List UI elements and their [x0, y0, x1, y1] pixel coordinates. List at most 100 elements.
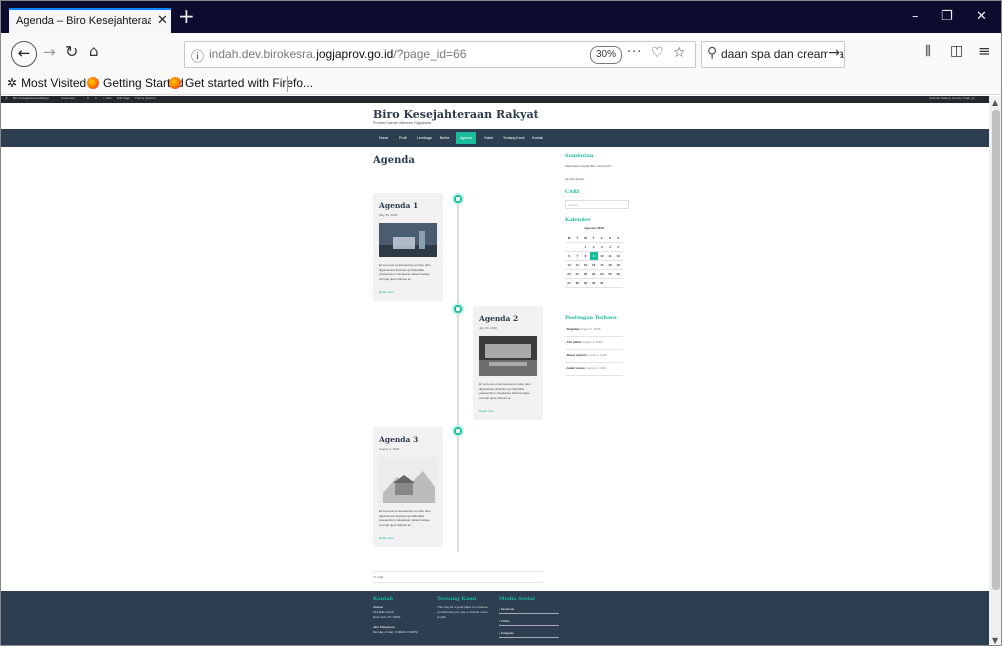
- calendar-day[interactable]: 16: [590, 261, 598, 269]
- adminbar-customize[interactable]: Customize: [61, 96, 75, 100]
- recent-post-title[interactable]: Galeri umum: [567, 366, 585, 370]
- calendar-day[interactable]: 10: [598, 252, 606, 260]
- new-tab-icon[interactable]: +: [178, 4, 195, 28]
- nav-item-berita[interactable]: Berita: [436, 132, 453, 144]
- site-title[interactable]: Biro Kesejahteraan Rakyat: [373, 108, 539, 121]
- hamburger-menu-icon[interactable]: ≡: [978, 42, 991, 60]
- back-arrow-icon[interactable]: ←: [11, 41, 37, 67]
- agenda-title[interactable]: Agenda 3: [379, 435, 418, 444]
- agenda-image[interactable]: [379, 457, 437, 503]
- calendar-day[interactable]: 4: [606, 243, 614, 251]
- calendar-day[interactable]: 31: [598, 279, 606, 287]
- bookmark-get-started-firefox[interactable]: Get started with Firefo...: [169, 76, 313, 90]
- agenda-image[interactable]: [479, 336, 537, 376]
- calendar-day[interactable]: 23: [590, 270, 598, 278]
- nav-item-tentang-kami[interactable]: Tentang Kami: [499, 132, 528, 144]
- calendar-day[interactable]: 7: [573, 252, 581, 260]
- calendar-day[interactable]: 12: [614, 252, 622, 260]
- adminbar-site-name[interactable]: Biro Kesejahteraan Rakyat: [13, 96, 49, 100]
- zoom-badge[interactable]: 30%: [590, 46, 623, 64]
- calendar-day[interactable]: 15: [581, 261, 589, 269]
- adminbar-updates[interactable]: 0: [87, 96, 89, 100]
- calendar-day[interactable]: 25: [606, 270, 614, 278]
- nav-item-galeri[interactable]: Galeri: [480, 132, 497, 144]
- calendar-day[interactable]: 17: [598, 261, 606, 269]
- footer-link-twitter[interactable]: › Twitter: [499, 616, 559, 626]
- recent-post-item[interactable]: › Galeri umum August 4, 2018: [565, 363, 623, 376]
- scroll-down-icon[interactable]: ▼: [992, 636, 998, 645]
- calendar-day[interactable]: 1: [581, 243, 589, 251]
- footer-link-facebook[interactable]: › Facebook: [499, 604, 559, 614]
- recent-post-title[interactable]: Dasar deskrit: [567, 353, 586, 357]
- reload-icon[interactable]: ↻: [65, 42, 78, 61]
- nav-item-kontak[interactable]: Kontak: [528, 132, 547, 144]
- forward-arrow-icon[interactable]: →: [43, 43, 56, 61]
- adminbar-edit-page[interactable]: Edit Page: [117, 96, 130, 100]
- calendar-day[interactable]: 29: [581, 279, 589, 287]
- pocket-icon[interactable]: ♡: [651, 45, 664, 61]
- minimize-icon[interactable]: –: [912, 9, 919, 24]
- bookmark-most-visited[interactable]: ✲ Most Visited: [7, 76, 86, 90]
- calendar-day[interactable]: 11: [606, 252, 614, 260]
- page-actions-icon[interactable]: ···: [627, 45, 642, 60]
- nav-item-home[interactable]: Home: [375, 132, 392, 144]
- agenda-card[interactable]: Agenda 2 July 30, 2018 Et vero eos et ac…: [473, 306, 543, 420]
- read-more-link[interactable]: Read more: [379, 290, 394, 294]
- calendar-day[interactable]: 28: [573, 279, 581, 287]
- calendar-day[interactable]: 21: [573, 270, 581, 278]
- sidebar-icon[interactable]: ◫: [950, 43, 963, 59]
- tab-agenda[interactable]: Agenda – Biro Kesejahteraan Rakyat ✕: [9, 8, 171, 33]
- vertical-scrollbar[interactable]: ▲ ▼: [989, 96, 1001, 645]
- agenda-card[interactable]: Agenda 3 August 4, 2018 Et vero eos et a…: [373, 427, 443, 547]
- recent-post-title[interactable]: Kegiatan: [567, 327, 580, 331]
- adminbar-theme-options[interactable]: Theme Options: [135, 96, 156, 100]
- star-icon[interactable]: ☆: [673, 45, 686, 61]
- adminbar-account[interactable]: Selamat Datang, Howdy, indah_ky: [929, 96, 975, 100]
- read-more-link[interactable]: Read more: [479, 409, 494, 413]
- nav-item-agenda[interactable]: Agenda: [456, 132, 477, 144]
- search-go-icon[interactable]: →: [828, 45, 840, 61]
- wp-logo-icon[interactable]: ⓦ: [5, 96, 8, 100]
- calendar-day[interactable]: 26: [614, 270, 622, 278]
- window-close-icon[interactable]: ✕: [976, 9, 987, 24]
- calendar-day[interactable]: 6: [565, 252, 573, 260]
- calendar-day[interactable]: 24: [598, 270, 606, 278]
- calendar-day[interactable]: 3: [598, 243, 606, 251]
- calendar-day[interactable]: 30: [590, 279, 598, 287]
- agenda-title[interactable]: Agenda 2: [479, 314, 518, 323]
- calendar-day-today[interactable]: 9: [589, 252, 598, 260]
- calendar-day[interactable]: 19: [614, 261, 622, 269]
- library-icon[interactable]: ⫼: [925, 44, 931, 59]
- restore-icon[interactable]: ❐: [941, 9, 953, 24]
- adminbar-new[interactable]: + New: [103, 96, 112, 100]
- nav-item-profil[interactable]: Profil: [395, 132, 411, 144]
- search-input[interactable]: ⚲ daan spa dan creambatl →: [701, 41, 845, 68]
- recent-post-item[interactable]: › Teh pahlis August 4, 2018: [565, 337, 623, 350]
- twitter-label[interactable]: Twitter: [501, 619, 510, 623]
- calendar-day[interactable]: 13: [565, 261, 573, 269]
- read-more-link[interactable]: Read more: [379, 536, 394, 540]
- agenda-image[interactable]: [379, 223, 437, 257]
- address-bar[interactable]: ⓘ indah.dev.birokesra.jogjaprov.go.id/?p…: [184, 41, 696, 68]
- adminbar-comments[interactable]: 0: [95, 96, 97, 100]
- agenda-title[interactable]: Agenda 1: [379, 201, 418, 210]
- agenda-card[interactable]: Agenda 1 May 30, 2018 Et vero eos et acc…: [373, 193, 443, 301]
- instagram-label[interactable]: Instagram: [501, 631, 514, 635]
- recent-post-title[interactable]: Teh pahlis: [567, 340, 582, 344]
- close-icon[interactable]: ✕: [157, 13, 168, 28]
- recent-post-item[interactable]: › Kegiatan August 4, 2018: [565, 324, 623, 337]
- footer-link-instagram[interactable]: › Instagram: [499, 628, 559, 638]
- calendar-day[interactable]: 14: [573, 261, 581, 269]
- nav-item-lembaga[interactable]: Lembaga: [413, 132, 436, 144]
- recent-post-item[interactable]: › Dasar deskrit August 4, 2018: [565, 350, 623, 363]
- calendar-day[interactable]: 2: [590, 243, 598, 251]
- scroll-up-icon[interactable]: ▲: [992, 98, 998, 107]
- facebook-label[interactable]: Facebook: [501, 607, 514, 611]
- calendar-day[interactable]: 22: [581, 270, 589, 278]
- sidebar-search-input[interactable]: Search ...: [565, 200, 629, 209]
- calendar-day[interactable]: 18: [606, 261, 614, 269]
- calendar-day[interactable]: 8: [581, 252, 589, 260]
- post-navigation-label[interactable]: 17 walk: [373, 575, 383, 579]
- calendar-day[interactable]: 27: [565, 279, 573, 287]
- calendar-day[interactable]: 5: [614, 243, 622, 251]
